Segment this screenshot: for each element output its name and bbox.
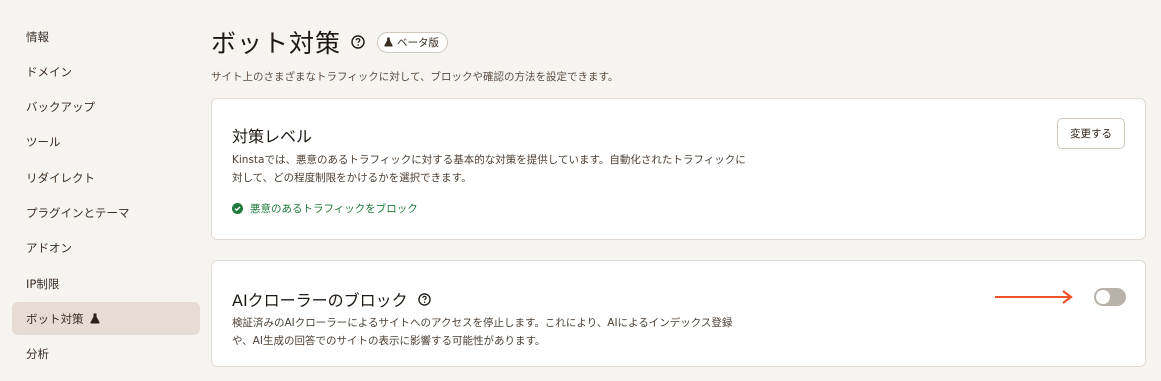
sidebar-item-label: IP制限	[26, 276, 60, 291]
ai-crawler-description: 検証済みのAIクローラーによるサイトへのアクセスを停止します。これにより、AIに…	[232, 317, 733, 347]
sidebar-item-label: プラグインとテーマ	[26, 205, 130, 220]
page-subtitle: サイト上のさまざまなトラフィックに対して、ブロックや確認の方法を設定できます。	[211, 71, 619, 83]
ai-crawler-toggle[interactable]	[1094, 288, 1126, 306]
sidebar-item-ip-deny[interactable]: IP制限	[12, 267, 200, 300]
sidebar: 情報 ドメイン バックアップ ツール リダイレクト プラグインとテーマ アドオン…	[12, 20, 200, 373]
flask-icon	[89, 313, 100, 324]
sidebar-item-domains[interactable]: ドメイン	[12, 55, 200, 88]
beta-badge: ベータ版	[377, 31, 449, 53]
check-circle-icon	[232, 203, 243, 214]
sidebar-item-backups[interactable]: バックアップ	[12, 91, 200, 124]
protection-status-label: 悪意のあるトラフィックをブロック	[250, 203, 418, 215]
sidebar-item-label: ツール	[26, 135, 61, 150]
sidebar-item-label: ドメイン	[26, 64, 72, 79]
sidebar-item-redirects[interactable]: リダイレクト	[12, 161, 200, 194]
sidebar-item-label: 分析	[26, 347, 49, 362]
sidebar-item-tools[interactable]: ツール	[12, 126, 200, 159]
protection-status: 悪意のあるトラフィックをブロック	[232, 201, 418, 216]
sidebar-item-analytics[interactable]: 分析	[12, 338, 200, 371]
sidebar-item-label: ボット対策	[26, 311, 84, 326]
change-level-button[interactable]: 変更する	[1057, 118, 1125, 149]
beta-badge-label: ベータ版	[397, 36, 440, 49]
protection-level-description: Kinstaでは、悪意のあるトラフィックに対する基本的な対策を提供しています。自…	[232, 154, 746, 184]
sidebar-item-label: 情報	[26, 29, 49, 44]
ai-crawler-card: AIクローラーのブロック 検証済みのAIクローラーによるサイトへのアクセスを停止…	[211, 260, 1146, 367]
sidebar-item-label: バックアップ	[26, 100, 95, 115]
protection-level-title: 対策レベル	[232, 127, 313, 146]
sidebar-item-bot-protection[interactable]: ボット対策	[12, 302, 200, 336]
page-title: ボット対策	[211, 29, 342, 58]
sidebar-item-plugins-themes[interactable]: プラグインとテーマ	[12, 196, 200, 229]
flask-icon	[384, 37, 393, 47]
protection-level-card: 対策レベル Kinstaでは、悪意のあるトラフィックに対する基本的な対策を提供し…	[211, 98, 1146, 240]
ai-crawler-title: AIクローラーのブロック	[232, 291, 408, 310]
sidebar-item-label: アドオン	[26, 241, 72, 256]
arrow-right-icon	[995, 289, 1077, 309]
sidebar-item-addons[interactable]: アドオン	[12, 232, 200, 265]
title-row: ボット対策 ベータ版	[211, 24, 449, 60]
sidebar-item-info[interactable]: 情報	[12, 20, 200, 53]
ai-crawler-title-row: AIクローラーのブロック	[232, 287, 431, 311]
help-icon[interactable]	[351, 35, 365, 49]
help-icon[interactable]	[417, 292, 431, 306]
sidebar-item-label: リダイレクト	[26, 170, 95, 185]
toggle-knob	[1096, 290, 1110, 304]
